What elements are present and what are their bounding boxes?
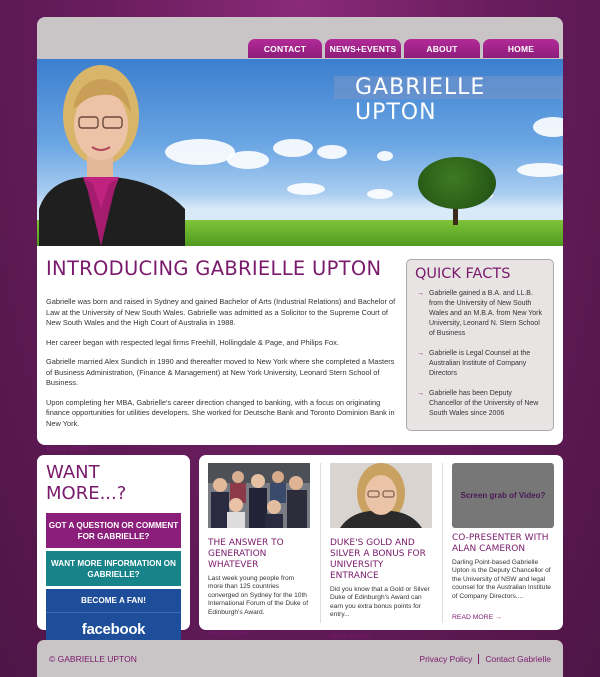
site-footer: © GABRIELLE UPTON Privacy Policy Contact… (37, 640, 563, 677)
news-text: Last week young people from more than 12… (208, 575, 309, 616)
intro-paragraph: Upon completing her MBA, Gabrielle's car… (46, 397, 395, 428)
privacy-policy-link[interactable]: Privacy Policy (419, 654, 472, 664)
intro-paragraph: Gabrielle married Alex Sundich in 1990 a… (46, 357, 395, 387)
quick-facts-box: QUICK FACTS → Gabrielle gained a B.A. an… (406, 259, 554, 431)
news-text: Darling Point-based Gabrielle Upton is t… (452, 559, 551, 600)
site-header: CONTACT NEWS+EVENTS ABOUT HOME GABRIELLE… (37, 17, 563, 246)
news-title[interactable]: CO-PRESENTER WITH ALAN CAMERON (452, 533, 554, 555)
quick-facts-title: QUICK FACTS (415, 266, 511, 282)
group-photo-image (208, 463, 310, 528)
cloud-shape (273, 139, 313, 157)
nav-home[interactable]: HOME (483, 39, 559, 58)
news-panel: THE ANSWER TO GENERATION WHATEVER Last w… (199, 455, 563, 640)
want-more-title: WANT MORE...? (46, 462, 127, 504)
intro-paragraph: Her career began with respected legal fi… (46, 337, 339, 347)
cloud-shape (287, 183, 325, 195)
news-read-more-link[interactable]: READ MORE → (452, 614, 502, 621)
arrow-right-icon: → (417, 390, 424, 397)
news-item: DUKE'S GOLD AND SILVER A BONUS FOR UNIVE… (330, 463, 432, 643)
quick-fact-item: → Gabrielle has been Deputy Chancellor o… (415, 389, 545, 419)
news-read-more-link[interactable]: READ MORE → (330, 633, 380, 640)
quick-fact-text: Gabrielle is Legal Counsel at the Austra… (429, 350, 531, 377)
cloud-shape (367, 189, 393, 199)
footer-divider (478, 654, 480, 664)
cloud-shape (517, 163, 563, 177)
main-nav: CONTACT NEWS+EVENTS ABOUT HOME (248, 39, 559, 58)
arrow-right-icon: → (417, 290, 424, 297)
news-title[interactable]: THE ANSWER TO GENERATION WHATEVER (208, 538, 310, 571)
hero-banner: GABRIELLE UPTON (37, 59, 563, 246)
quick-fact-text: Gabrielle gained a B.A. and LL.B. from t… (429, 290, 542, 337)
nav-about[interactable]: ABOUT (404, 39, 480, 58)
news-item: THE ANSWER TO GENERATION WHATEVER Last w… (208, 463, 310, 640)
news-title[interactable]: DUKE'S GOLD AND SILVER A BONUS FOR UNIVE… (330, 538, 432, 582)
column-divider (320, 463, 321, 623)
video-placeholder[interactable]: Screen grab of Video? (452, 463, 554, 528)
news-item: Screen grab of Video? CO-PRESENTER WITH … (452, 463, 554, 624)
quick-fact-item: → Gabrielle gained a B.A. and LL.B. from… (415, 289, 545, 339)
column-divider (442, 463, 443, 623)
portrait-image (39, 65, 185, 246)
nav-news-events[interactable]: NEWS+EVENTS (325, 39, 401, 58)
news-text: Did you know that a Gold or Silver Duke … (330, 586, 430, 619)
intro-content: INTRODUCING GABRIELLE UPTON Gabrielle wa… (46, 257, 401, 456)
arrow-right-icon: → (417, 350, 424, 357)
cloud-shape (227, 151, 269, 169)
headshot-image (330, 463, 432, 528)
more-info-button[interactable]: WANT MORE INFORMATION ON GABRIELLE? (46, 551, 181, 586)
tree-icon (418, 157, 496, 209)
become-fan-button[interactable]: BECOME A FAN! (46, 589, 181, 612)
quick-fact-item: → Gabrielle is Legal Counsel at the Aust… (415, 349, 545, 379)
news-read-more-link[interactable]: READ MORE → (208, 630, 258, 637)
cloud-shape (317, 145, 347, 159)
copyright-text: © GABRIELLE UPTON (49, 654, 137, 664)
contact-link[interactable]: Contact Gabrielle (485, 654, 551, 664)
question-button[interactable]: GOT A QUESTION OR COMMENT FOR GABRIELLE? (46, 513, 181, 548)
intro-title: INTRODUCING GABRIELLE UPTON (46, 257, 382, 280)
footer-links: Privacy Policy Contact Gabrielle (419, 654, 551, 664)
want-more-panel: WANT MORE...? GOT A QUESTION OR COMMENT … (37, 455, 190, 645)
intro-read-more-link[interactable]: READ MORE → (46, 444, 100, 453)
banner-title: GABRIELLE UPTON (355, 75, 486, 125)
cloud-shape (377, 151, 393, 161)
nav-contact[interactable]: CONTACT (248, 39, 322, 58)
intro-panel: INTRODUCING GABRIELLE UPTON Gabrielle wa… (37, 246, 563, 453)
intro-paragraph: Gabrielle was born and raised in Sydney … (46, 297, 396, 327)
quick-fact-text: Gabrielle has been Deputy Chancellor of … (429, 390, 539, 417)
